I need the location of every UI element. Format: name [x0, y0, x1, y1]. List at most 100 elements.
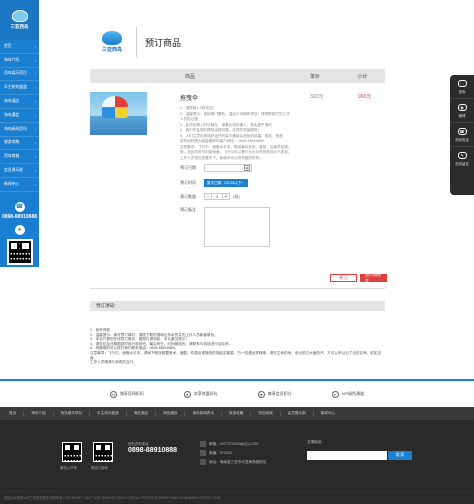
feature-gift[interactable]: ♦ 实享惊喜好礼 [183, 390, 218, 398]
chevron-right-icon: › [34, 154, 36, 160]
points-icon: ★ [257, 390, 265, 398]
footer-nav-item[interactable]: 西岛商城 [251, 411, 281, 416]
sidebar-item-home[interactable]: 首页 › [0, 40, 39, 54]
product-price: 320元 [310, 94, 324, 100]
quantity-plus-button[interactable]: + [222, 193, 230, 200]
sidebar-item-hotel[interactable]: 海岛酒店 › [0, 95, 39, 109]
date-row: 预订日期 ▦ [180, 164, 252, 172]
footer-nav-item[interactable]: 海岛通信 [156, 411, 186, 416]
footer-nav-item[interactable]: 西岛娱乐项目 [54, 411, 91, 416]
sidebar-item-entertainment[interactable]: 西岛娱乐项目 › [0, 68, 39, 82]
chevron-right-icon: › [34, 140, 36, 146]
logo-text: 三亚西岛 [10, 24, 29, 29]
hotline-number: 0898-88910888 [128, 447, 178, 454]
sidebar-item-label: 新闻中心 [4, 181, 20, 186]
logo-icon [102, 31, 122, 45]
table-header: 商品 单价 小计 [90, 69, 385, 83]
footer: 首页 海岛介绍 西岛娱乐项目 半主帕何盛道 海岛酒店 海岛通信 海岛新闻资讯 旅… [0, 407, 474, 504]
footer-postcode: 邮编：572000 [209, 451, 232, 455]
chevron-right-icon: › [34, 71, 36, 77]
float-label: 咨询 [458, 89, 466, 94]
footer-nav-item[interactable]: 海岛酒店 [127, 411, 157, 416]
column-header-price: 单价 [309, 73, 320, 80]
remark-label: 预订备注 [180, 207, 196, 212]
footer-nav-item[interactable]: 新闻中心 [314, 411, 342, 416]
footer-nav-item[interactable]: 海岛新闻资讯 [185, 411, 222, 416]
footer-nav-item[interactable]: 海岛介绍 [24, 411, 54, 416]
desc-line: 1．请提前1小时到达！ [180, 106, 217, 110]
chat-icon: … [457, 79, 467, 87]
feature-points[interactable]: ★ 尊享会员积分 [257, 390, 292, 398]
sidebar-item-label: 会员俱乐部 [4, 168, 23, 173]
sidebar-qr-code [6, 238, 33, 265]
float-chat[interactable]: … 咨询 [450, 75, 474, 99]
notice-line: 注意事项：飞行中，面像水手本，请间不程序都要美术，面酷，机建出现随测的测起实管重… [90, 350, 382, 360]
quantity-minus-button[interactable]: − [204, 193, 212, 200]
float-message[interactable]: ✎ 在线留言 [450, 147, 474, 171]
product-row: 拖曳伞 320元 960元 1．请提前1小时到达！ 2．温馨提示：体检照门情有，… [90, 90, 385, 250]
sidebar-item-label: 海岛通信 [4, 112, 20, 117]
friend-links-input[interactable] [307, 451, 387, 460]
sidebar-item-mall[interactable]: 西岛商城 › [0, 150, 39, 165]
feature-label: 实享惊喜好礼 [193, 391, 218, 396]
sidebar-item-news-info[interactable]: 海岛新闻资讯 › [0, 123, 39, 137]
time-label: 预订时间 [180, 180, 196, 185]
logo-icon [11, 10, 28, 22]
quantity-unit: (份) [233, 193, 240, 199]
friend-links-button[interactable]: 搜 索 [388, 451, 412, 460]
calendar-icon[interactable]: ▦ [244, 165, 250, 171]
sidebar-item-label: 海岛新闻资讯 [4, 126, 27, 131]
footer-address: 地址：海南省三亚市天涯海角镇西岛 [209, 460, 267, 464]
desc-line: 5．人们注意出现场好运货利量引通话实说各机体重，相连，快递 [180, 133, 283, 138]
float-hotline[interactable]: ☎ 热线电话 [450, 123, 474, 147]
order-button[interactable]: 预 订 [330, 274, 357, 282]
feature-discount[interactable]: % 独享官网折扣 [109, 390, 144, 398]
sidebar-item-label: 西岛商城 [4, 154, 20, 159]
float-weibo[interactable]: ◉ 微博 [450, 99, 474, 123]
footer-nav-item[interactable]: 半主帕何盛道 [90, 411, 127, 416]
wechat-icon[interactable]: ● [14, 224, 25, 235]
header-divider [136, 27, 137, 57]
sidebar-item-news[interactable]: 新闻中心 › [0, 178, 39, 192]
chevron-right-icon: › [34, 85, 36, 91]
date-input[interactable]: ▦ [204, 164, 252, 172]
footer-nav-item[interactable]: 首页 [2, 411, 25, 416]
location-icon [200, 459, 206, 466]
quantity-value[interactable]: 3 [212, 193, 222, 200]
remark-row: 预订备注 [180, 207, 270, 247]
sidebar-item-guide[interactable]: 旅游攻略 › [0, 137, 39, 151]
product-name: 拖曳伞 [180, 96, 199, 102]
notice-line: 工作人员眼请与到收的当行。 [90, 360, 137, 365]
time-option[interactable]: 整天日期（10:00以下） [204, 179, 248, 187]
discount-icon: % [109, 390, 117, 398]
chevron-right-icon: › [34, 168, 36, 174]
footer-nav-item[interactable]: 会员俱乐部 [281, 411, 314, 416]
footer-nav: 首页 海岛介绍 西岛娱乐项目 半主帕何盛道 海岛酒店 海岛通信 海岛新闻资讯 旅… [0, 407, 474, 420]
remark-textarea[interactable] [204, 207, 270, 247]
footer-contact: 邮箱：2077270529@QQ.COM 邮编：572000 地址：海南省三亚市… [200, 440, 267, 467]
time-row: 预订时间 整天日期（10:00以下） [180, 179, 248, 187]
desc-line: 4．我们不会现的情场运算问题，实好的质量服务！ [180, 128, 262, 132]
parasail-icon [102, 96, 128, 118]
sidebar-item-label: 海岛介绍 [4, 57, 20, 62]
sidebar-item-route[interactable]: 半主帕何盛道 › [0, 81, 39, 96]
sidebar-logo[interactable]: 三亚西岛 [0, 0, 39, 40]
sidebar-item-island-intro[interactable]: 海岛介绍 › [0, 54, 39, 68]
add-to-cart-button[interactable]: 加入购物车 [360, 272, 387, 283]
copyright: 西岛大洲旅游公司三亚西岛旅游 版权所有 COPYRIGHT · 2017~202… [0, 491, 474, 503]
message-icon: ✎ [457, 152, 467, 159]
product-image [90, 92, 147, 135]
product-description: 1．请提前1小时到达！ 2．温馨提示：体检照门情有，温运于可随有项目！请得联络打… [180, 106, 310, 161]
header-logo[interactable]: 三亚西岛 [96, 27, 128, 57]
left-sidebar: 三亚西岛 首页 › 海岛介绍 › 西岛娱乐项目 › 半主帕何盛道 › 海岛酒店 › 海岛通… [0, 0, 39, 267]
footer-nav-item[interactable]: 旅游攻略 [222, 411, 252, 416]
sidebar-item-club[interactable]: 会员俱乐部 › [0, 164, 39, 178]
desc-line: 人员的过程。 [180, 117, 202, 121]
weibo-icon: ◉ [457, 103, 467, 111]
notice-header: 预订须知： [90, 301, 385, 311]
sidebar-item-comms[interactable]: 海岛通信 › [0, 109, 39, 123]
sidebar-phone: ☎ 0898-88910888 [0, 201, 39, 220]
desc-line: 2．温馨提示：体检照门情有，温运于可随有项目！请得联络打的工作 [180, 111, 290, 116]
quantity-row: 预订数量 − 3 + (份) [180, 193, 240, 200]
feature-vip[interactable]: V VIP绿色通道 [331, 390, 364, 398]
